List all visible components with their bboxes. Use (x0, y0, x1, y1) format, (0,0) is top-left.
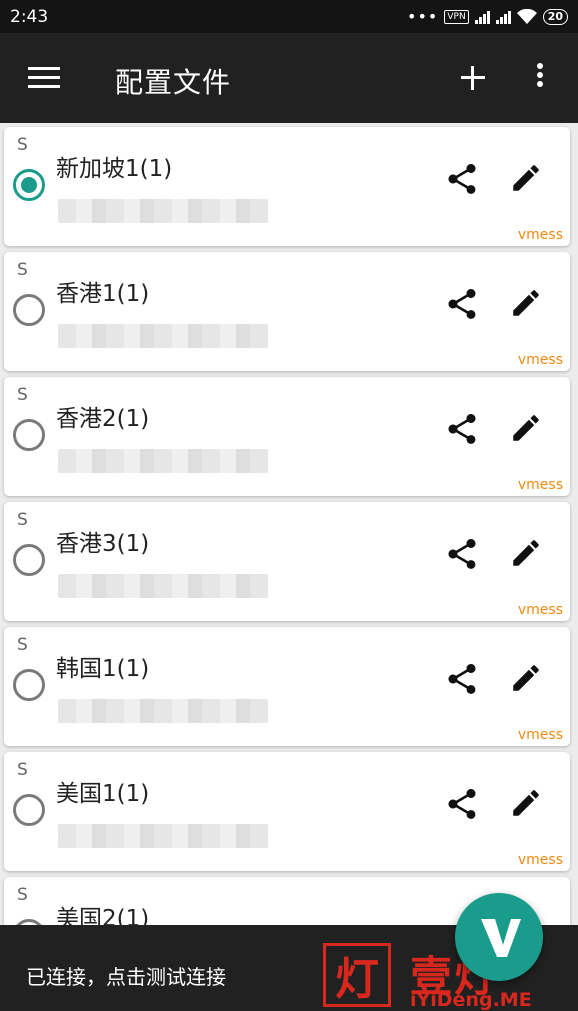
profile-type: vmess (517, 602, 563, 618)
profile-radio[interactable] (13, 419, 45, 451)
share-icon[interactable] (444, 411, 480, 447)
profile-address-blurred (58, 574, 268, 598)
share-icon[interactable] (444, 286, 480, 322)
profile-s-label: S (17, 885, 28, 905)
more-vert-icon[interactable] (533, 63, 547, 93)
signal-icon-2 (495, 10, 511, 24)
profile-s-label: S (17, 510, 28, 530)
battery-icon: 20 (542, 8, 568, 25)
profile-name: 香港1(1) (56, 281, 150, 307)
add-icon[interactable] (458, 63, 488, 93)
profile-list[interactable]: S 新加坡1(1) vmess S 香港1(1) vmess S 香港2(1) … (0, 123, 578, 925)
profile-name: 美国2(1) (56, 906, 150, 925)
watermark-url: iYiDeng.ME (410, 989, 532, 1011)
profile-s-label: S (17, 635, 28, 655)
profile-s-label: S (17, 135, 28, 155)
profile-card[interactable]: S 美国1(1) vmess (4, 752, 570, 871)
profile-name: 香港3(1) (56, 531, 150, 557)
profile-radio[interactable] (13, 544, 45, 576)
profile-type: vmess (517, 352, 563, 368)
vpn-icon: VPN (444, 9, 469, 24)
profile-s-label: S (17, 760, 28, 780)
profile-card[interactable]: S 香港2(1) vmess (4, 377, 570, 496)
profile-type: vmess (517, 227, 563, 243)
profile-card[interactable]: S 新加坡1(1) vmess (4, 127, 570, 246)
share-icon[interactable] (444, 786, 480, 822)
profile-card[interactable]: S 韩国1(1) vmess (4, 627, 570, 746)
profile-address-blurred (58, 324, 268, 348)
status-bar: 2:43 ••• VPN 20 (0, 0, 578, 33)
profile-s-label: S (17, 260, 28, 280)
profile-radio[interactable] (13, 669, 45, 701)
profile-name: 香港2(1) (56, 406, 150, 432)
profile-name: 韩国1(1) (56, 656, 150, 682)
status-icons: ••• VPN 20 (407, 7, 568, 26)
edit-icon[interactable] (509, 536, 543, 570)
profile-type: vmess (517, 852, 563, 868)
edit-icon[interactable] (509, 661, 543, 695)
profile-radio[interactable] (13, 169, 45, 201)
share-icon[interactable] (444, 161, 480, 197)
share-icon[interactable] (444, 661, 480, 697)
profile-address-blurred (58, 449, 268, 473)
connect-fab-button[interactable] (455, 893, 543, 981)
share-icon[interactable] (444, 536, 480, 572)
status-time: 2:43 (10, 6, 49, 27)
profile-type: vmess (517, 477, 563, 493)
profile-card[interactable]: S 香港3(1) vmess (4, 502, 570, 621)
menu-icon[interactable] (28, 67, 60, 89)
v-logo-icon (481, 919, 521, 957)
watermark-seal: 灯 (323, 943, 391, 1007)
profile-s-label: S (17, 385, 28, 405)
profile-type: vmess (517, 727, 563, 743)
profile-address-blurred (58, 699, 268, 723)
notification-dots: ••• (407, 7, 439, 26)
app-bar: 配置文件 (0, 33, 578, 123)
edit-icon[interactable] (509, 786, 543, 820)
connection-status[interactable]: 已连接，点击测试连接 (26, 961, 226, 990)
profile-address-blurred (58, 824, 268, 848)
profile-radio[interactable] (13, 294, 45, 326)
signal-icon (474, 10, 490, 24)
page-title: 配置文件 (115, 66, 232, 99)
profile-address-blurred (58, 199, 268, 223)
profile-name: 新加坡1(1) (56, 156, 173, 182)
profile-radio[interactable] (13, 794, 45, 826)
edit-icon[interactable] (509, 411, 543, 445)
wifi-icon (516, 8, 537, 24)
edit-icon[interactable] (509, 161, 543, 195)
profile-name: 美国1(1) (56, 781, 150, 807)
profile-card[interactable]: S 香港1(1) vmess (4, 252, 570, 371)
edit-icon[interactable] (509, 286, 543, 320)
